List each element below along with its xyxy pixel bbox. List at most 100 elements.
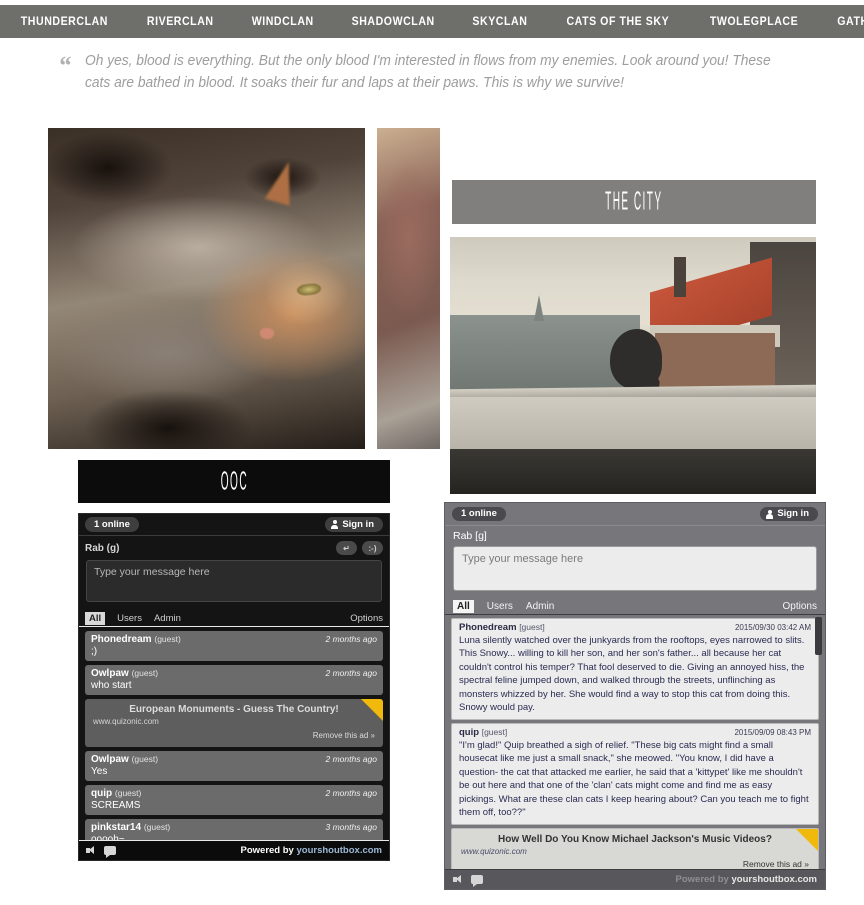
main-navigation: HOME THUNDERCLAN RIVERCLAN WINDCLAN SHAD… [0,5,864,38]
city-panel-title: THE CITY [452,180,816,224]
ooc-emoji-button[interactable]: :-) [362,541,383,555]
ooc-tab-admin[interactable]: Admin [154,613,181,624]
cat-eye-shape [296,282,322,297]
cat-photo-secondary [377,128,440,449]
message-body: "I'm glad!" Quip breathed a sigh of reli… [459,739,809,819]
message-time: 2 months ago [325,788,377,798]
message-author-tag: (guest) [131,754,159,764]
ooc-footer-icons [86,846,116,858]
speaker-mute-icon[interactable] [453,875,464,884]
ooc-tab-users[interactable]: Users [117,613,142,624]
message-author-name: Phonedream [459,622,517,633]
city-shoutbox: 1 online Sign in Rab [g] Type your messa… [444,502,826,890]
ooc-title-text: OOC [220,466,248,496]
ooc-ad-banner[interactable]: European Monuments - Guess The Country! … [85,699,383,747]
message-author-tag: [guest] [481,726,508,737]
message-body: ;) [91,646,98,657]
city-tab-users[interactable]: Users [487,601,513,612]
message-time: 2 months ago [325,634,377,644]
user-icon [331,520,339,529]
nav-item-windclan[interactable]: WINDCLAN [237,16,328,28]
ooc-tab-all[interactable]: All [85,611,106,625]
city-footer-icons [453,875,483,887]
ginger-cat-photo [48,128,365,449]
nav-item-riverclan[interactable]: RIVERCLAN [132,16,228,28]
city-online-badge: 1 online [452,506,506,522]
ad-remove-link[interactable]: Remove this ad » [461,859,809,869]
cat-nose-shape [260,328,274,339]
message-author-tag: (guest) [131,668,159,678]
nav-item-shadowclan[interactable]: SHADOWCLAN [337,16,450,28]
message-time: 2 months ago [325,668,377,678]
message-time: 2015/09/09 08:43 PM [734,727,811,737]
ooc-message-list: Phonedream (guest) 2 months ago ;) Owlpa… [79,627,389,860]
message-header: Owlpaw (guest) 2 months ago [91,754,377,765]
ooc-message-input[interactable]: Type your message here [86,560,382,602]
city-ad-banner[interactable]: How Well Do You Know Michael Jackson's M… [451,827,819,873]
city-signin-button[interactable]: Sign in [760,506,818,522]
city-username-row: Rab [g] [445,526,825,546]
message-author-name: Owlpaw [91,668,129,679]
list-item: Phonedream (guest) 2 months ago ;) [85,631,383,661]
nav-item-twolegplace[interactable]: TWOLEGPLACE [695,16,813,28]
chat-bubble-icon[interactable] [104,846,116,858]
message-author: Phonedream (guest) [91,634,181,645]
message-author-name: Phonedream [91,634,152,645]
quote-text: Oh yes, blood is everything. But the onl… [85,53,771,92]
nav-item-cats-of-the-sky[interactable]: CATS OF THE SKY [552,16,684,28]
ooc-signin-button[interactable]: Sign in [325,517,383,532]
chat-bubble-icon[interactable] [471,875,483,887]
nav-item-gatherings[interactable]: GATHERINGS [822,16,864,28]
ooc-options-link[interactable]: Options [350,613,383,624]
ad-url: www.quizonic.com [461,846,527,856]
city-shoutbox-tabs: All Users Admin Options [445,598,825,615]
message-list-scrollbar[interactable] [815,617,822,655]
ooc-send-button[interactable]: ↵ [336,541,357,555]
ad-remove-link[interactable]: Remove this ad » [93,731,375,740]
ooc-signin-label: Sign in [342,518,374,530]
city-options-link[interactable]: Options [783,601,817,612]
message-header: Phonedream [guest] 2015/09/30 03:42 AM [459,622,811,633]
message-header: pinkstar14 (guest) 3 months ago [91,822,377,833]
city-shoutbox-topbar: 1 online Sign in [445,503,825,526]
ooc-username: Rab (g) [85,542,120,554]
ooc-shoutbox-footer: Powered by yourshoutbox.com [79,840,389,860]
powered-link[interactable]: yourshoutbox.com [296,845,382,856]
nav-item-thunderclan[interactable]: THUNDERCLAN [6,16,123,28]
message-author-tag: [guest] [519,622,545,632]
nav-item-skyclan[interactable]: SKYCLAN [458,16,542,28]
powered-prefix: Powered by [675,874,732,885]
cat-photo-row [48,128,440,453]
message-author: pinkstar14 (guest) [91,822,170,833]
city-tab-admin[interactable]: Admin [526,601,554,612]
ad-title: European Monuments - Guess The Country! [129,704,339,715]
powered-prefix: Powered by [240,845,297,856]
ad-corner-icon [796,828,818,851]
message-body: Yes [91,766,108,777]
ooc-shoutbox-topbar: 1 online Sign in [79,514,389,536]
list-item: Owlpaw (guest) 2 months ago Yes [85,751,383,781]
city-tab-all[interactable]: All [453,599,474,613]
left-column [48,128,440,453]
ad-title: How Well Do You Know Michael Jackson's M… [498,833,772,845]
ad-corner-icon [361,699,383,721]
powered-link[interactable]: yourshoutbox.com [731,874,817,885]
message-body: who start [91,680,132,691]
message-body: SCREAMS [91,800,141,811]
message-header: Phonedream (guest) 2 months ago [91,634,377,645]
city-shoutbox-footer: Powered by yourshoutbox.com [445,869,825,889]
message-author-name: quip [91,788,113,799]
city-username: Rab [g] [453,530,487,542]
message-time: 2015/09/30 03:42 AM [734,623,811,632]
message-author: Phonedream [guest] [459,622,545,633]
city-message-input[interactable]: Type your message here [453,546,817,591]
church-spire-shape [534,295,544,321]
list-item: quip [guest] 2015/09/09 08:43 PM "I'm gl… [451,722,819,825]
ooc-shoutbox-tabs: All Users Admin Options [79,610,389,627]
message-author-tag: (guest) [143,822,171,832]
message-author: Owlpaw (guest) [91,668,158,679]
city-signin-label: Sign in [777,508,809,520]
speaker-mute-icon[interactable] [86,846,97,855]
message-header: Owlpaw (guest) 2 months ago [91,668,377,679]
message-time: 2 months ago [325,754,377,764]
